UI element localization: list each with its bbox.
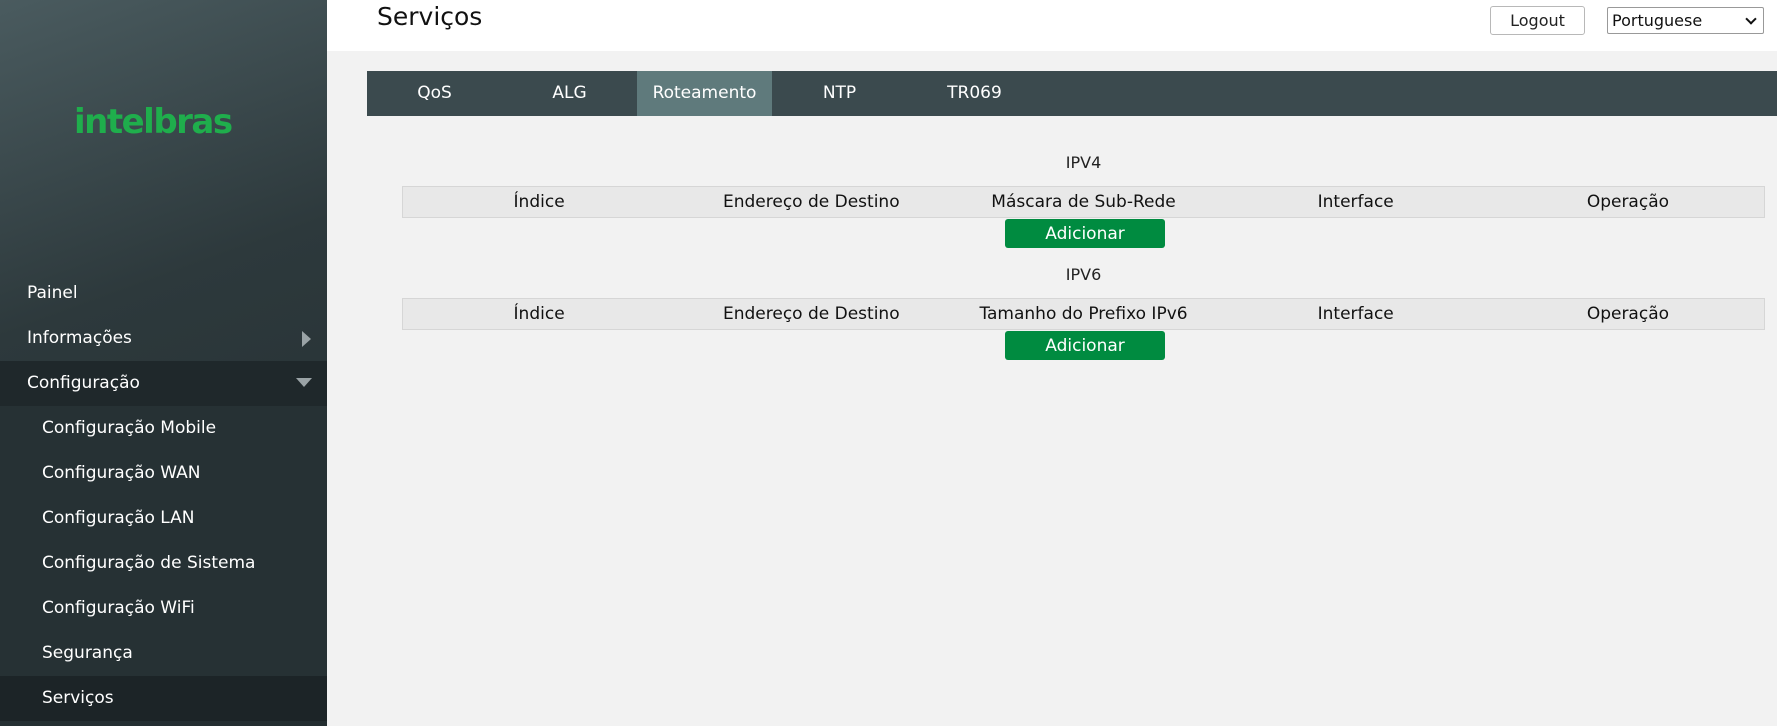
column-header: Operação <box>1586 192 1670 212</box>
tab-roteamento[interactable]: Roteamento <box>637 71 772 116</box>
sidebar-item-config-sistema[interactable]: Configuração de Sistema <box>0 541 327 586</box>
sidebar: intelbras Painel Informações Configuraçã… <box>0 0 327 726</box>
sidebar-item-painel[interactable]: Painel <box>0 271 327 316</box>
ipv6-table-header: Índice Endereço de Destino Tamanho do Pr… <box>402 298 1765 330</box>
service-tabs: QoS ALG Roteamento NTP TR069 <box>367 71 1777 116</box>
sidebar-item-label: Informações <box>27 328 132 348</box>
sidebar-item-label: Configuração <box>27 373 140 393</box>
ipv6-section-title: IPV6 <box>1065 265 1102 284</box>
column-header: Operação <box>1586 304 1670 324</box>
logout-button[interactable]: Logout <box>1490 6 1585 35</box>
header: Serviços Logout Portuguese <box>327 0 1777 51</box>
chevron-right-icon <box>302 331 311 347</box>
chevron-down-icon <box>1745 13 1757 25</box>
sidebar-item-seguranca[interactable]: Segurança <box>0 631 327 676</box>
ipv4-add-button[interactable]: Adicionar <box>1005 219 1165 248</box>
tab-alg[interactable]: ALG <box>502 71 637 116</box>
column-header: Tamanho do Prefixo IPv6 <box>979 304 1188 324</box>
language-select[interactable]: Portuguese <box>1607 7 1764 34</box>
column-header: Endereço de Destino <box>722 304 900 324</box>
column-header: Interface <box>1317 304 1394 324</box>
column-header: Índice <box>513 304 565 324</box>
sidebar-nav: Painel Informações Configuração Configur… <box>0 271 327 721</box>
sidebar-item-config-wan[interactable]: Configuração WAN <box>0 451 327 496</box>
language-selected-value: Portuguese <box>1612 11 1703 30</box>
sidebar-item-config-wifi[interactable]: Configuração WiFi <box>0 586 327 631</box>
tab-tr069[interactable]: TR069 <box>907 71 1042 116</box>
logo-text: intelbras <box>74 102 233 142</box>
sidebar-item-config-mobile[interactable]: Configuração Mobile <box>0 406 327 451</box>
column-header: Endereço de Destino <box>722 192 900 212</box>
ipv4-section-title: IPV4 <box>1065 153 1102 172</box>
sidebar-item-config-lan[interactable]: Configuração LAN <box>0 496 327 541</box>
ipv6-add-button[interactable]: Adicionar <box>1005 331 1165 360</box>
column-header: Índice <box>513 192 565 212</box>
chevron-down-icon <box>296 378 312 387</box>
sidebar-item-configuracao[interactable]: Configuração <box>0 361 327 406</box>
tab-ntp[interactable]: NTP <box>772 71 907 116</box>
config-submenu: Configuração Mobile Configuração WAN Con… <box>0 406 327 721</box>
sidebar-item-servicos[interactable]: Serviços <box>0 676 327 721</box>
tab-qos[interactable]: QoS <box>367 71 502 116</box>
column-header: Máscara de Sub-Rede <box>991 192 1176 212</box>
intelbras-logo: intelbras <box>74 100 239 144</box>
page-title: Serviços <box>377 2 483 31</box>
sidebar-item-informacoes[interactable]: Informações <box>0 316 327 361</box>
column-header: Interface <box>1317 192 1394 212</box>
ipv4-table-header: Índice Endereço de Destino Máscara de Su… <box>402 186 1765 218</box>
